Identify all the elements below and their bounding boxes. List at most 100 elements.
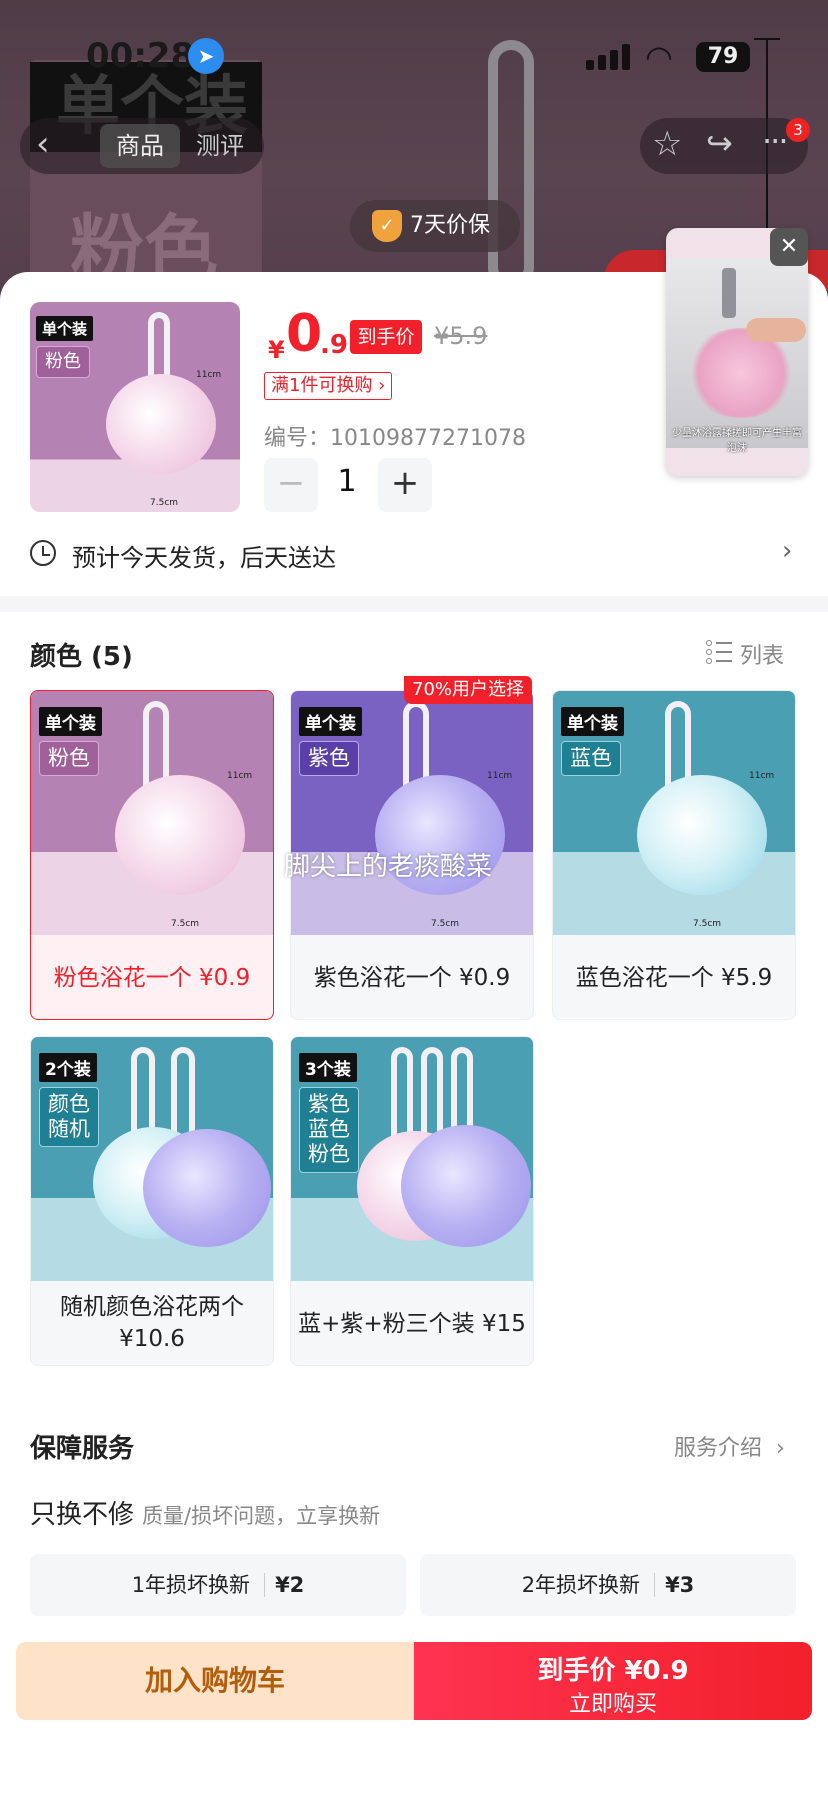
shipping-estimate[interactable]: 预计今天发货，后天送达	[30, 538, 336, 573]
color-option-random-two-pack[interactable]: 2个装 颜色 随机 随机颜色浴花两个 ¥10.6	[30, 1036, 274, 1366]
quantity-decrease-button[interactable]: −	[264, 458, 318, 512]
width-dimension: 7.5cm	[693, 919, 722, 929]
price-currency: ¥	[268, 336, 285, 364]
option-color-tag: 紫色 蓝色 粉色	[299, 1087, 359, 1173]
status-bar: 00:28 ➤ ◠ 79	[0, 0, 828, 110]
watermark-text: 脚尖上的老痰酸菜	[284, 852, 493, 882]
loofah-ball-image	[143, 1129, 271, 1247]
add-to-cart-button[interactable]: 加入购物车	[16, 1642, 414, 1720]
width-dimension: 7.5cm	[150, 498, 179, 508]
option-label-line: ¥10.6	[119, 1326, 185, 1352]
price-decimal: .9	[320, 330, 348, 360]
section-divider	[0, 596, 828, 612]
width-dimension: 7.5cm	[431, 919, 460, 929]
color-option-blue[interactable]: 单个装 蓝色 11cm 7.5cm 蓝色浴花一个 ¥5.9	[552, 690, 796, 1020]
service-subtitle-desc: 质量/损坏问题，立享换新	[142, 1504, 381, 1528]
service-option-2-year[interactable]: 2年损坏换新 ¥3	[420, 1554, 796, 1616]
tab-product[interactable]: 商品	[100, 124, 180, 168]
option-label: 蓝色浴花一个 ¥5.9	[575, 965, 773, 991]
hand-price-tag: 到手价	[350, 320, 422, 354]
service-option-price: ¥2	[264, 1573, 305, 1597]
option-color-line: 紫色	[308, 1092, 350, 1116]
option-label: 随机颜色浴花两个 ¥10.6	[31, 1291, 273, 1355]
option-pack-tag: 3个装	[299, 1053, 357, 1082]
option-color-line: 粉色	[308, 1142, 350, 1167]
price-integer: 0	[286, 304, 323, 364]
coupon-text: 满1件可换购	[271, 375, 373, 396]
option-color-tag: 蓝色	[561, 741, 621, 777]
location-arrow-icon: ➤	[188, 38, 224, 74]
popular-choice-badge: 70%用户选择	[404, 676, 533, 704]
height-dimension: 11cm	[487, 771, 513, 781]
service-option-1-year[interactable]: 1年损坏换新 ¥2	[30, 1554, 406, 1616]
height-dimension: 11cm	[749, 771, 775, 781]
option-label: 蓝+紫+粉三个装 ¥15	[298, 1311, 526, 1337]
height-dimension: 11cm	[227, 771, 253, 781]
option-image: 3个装 紫色 蓝色 粉色	[291, 1037, 533, 1281]
option-pack-tag: 单个装	[39, 707, 102, 736]
list-view-toggle[interactable]: 列表	[706, 638, 784, 670]
product-thumbnail[interactable]: 单个装 粉色 11cm 7.5cm	[30, 302, 240, 512]
option-pack-tag: 单个装	[561, 707, 624, 736]
close-video-icon[interactable]: ✕	[770, 228, 808, 266]
option-pack-tag: 2个装	[39, 1053, 97, 1082]
sku-value: 10109877271078	[330, 426, 526, 451]
option-image: 2个装 颜色 随机	[31, 1037, 273, 1281]
buy-now-label: 立即购买	[568, 1692, 657, 1717]
option-color-line: 蓝色	[308, 1117, 350, 1142]
option-color-line: 随机	[48, 1117, 90, 1142]
loofah-ball-image	[115, 775, 245, 895]
loofah-ball-image	[106, 374, 216, 474]
service-option-price: ¥3	[654, 1573, 695, 1597]
more-icon[interactable]: ···	[762, 122, 788, 160]
height-dimension: 11cm	[196, 370, 222, 380]
notification-badge: 3	[786, 118, 810, 142]
sku-label: 编号：	[264, 426, 331, 451]
tab-review[interactable]: 测评	[196, 124, 244, 168]
wifi-icon: ◠	[645, 38, 673, 76]
option-label: 紫色浴花一个 ¥0.9	[313, 965, 511, 991]
loofah-ball-image	[637, 775, 767, 895]
option-color-tag: 紫色	[299, 741, 359, 777]
sku-number: 编号：10109877271078	[264, 420, 526, 452]
video-caption: 少量沐浴露揉搓即可产生丰富泡沫	[672, 428, 802, 454]
favorite-star-icon[interactable]: ☆	[652, 124, 682, 164]
quantity-increase-button[interactable]: +	[378, 458, 432, 512]
chevron-right-icon[interactable]: ›	[782, 536, 792, 566]
battery-indicator: 79	[696, 42, 750, 72]
thumb-color-tag: 粉色	[36, 346, 90, 378]
video-frame	[666, 258, 808, 448]
buy-now-button[interactable]: 到手价 ¥0.9 立即购买	[414, 1642, 812, 1720]
service-option-label: 1年损坏换新	[131, 1573, 251, 1597]
shield-check-icon: ✓	[372, 210, 402, 242]
color-option-three-pack[interactable]: 3个装 紫色 蓝色 粉色 蓝+紫+粉三个装 ¥15	[290, 1036, 534, 1366]
service-section-title: 保障服务	[30, 1434, 135, 1464]
service-intro-link[interactable]: 服务介绍 ›	[674, 1430, 785, 1462]
option-image: 单个装 蓝色 11cm 7.5cm	[553, 691, 795, 935]
service-option-label: 2年损坏换新	[521, 1573, 641, 1597]
back-arrow-icon[interactable]: ‹	[36, 124, 50, 164]
option-color-tag: 颜色 随机	[39, 1087, 99, 1148]
coupon-link[interactable]: 满1件可换购 ›	[264, 372, 393, 400]
service-subtitle-main: 只换不修	[30, 1500, 135, 1530]
original-price: ¥5.9	[434, 322, 488, 350]
color-option-pink[interactable]: 单个装 粉色 11cm 7.5cm 粉色浴花一个 ¥0.9	[30, 690, 274, 1020]
thumb-pack-tag: 单个装	[36, 316, 94, 341]
share-icon[interactable]: ↪	[706, 124, 733, 162]
option-image: 单个装 粉色 11cm 7.5cm	[31, 691, 273, 935]
cellular-signal-icon	[586, 44, 632, 70]
service-subtitle: 只换不修 质量/损坏问题，立享换新	[30, 1494, 380, 1531]
option-color-tag: 粉色	[39, 741, 99, 777]
quantity-value[interactable]: 1	[332, 464, 362, 499]
service-intro-text: 服务介绍	[674, 1436, 763, 1461]
width-dimension: 7.5cm	[171, 919, 200, 929]
option-label-line: 随机颜色浴花两个	[60, 1294, 244, 1320]
color-section-title: 颜色 (5)	[30, 642, 133, 672]
option-pack-tag: 单个装	[299, 707, 362, 736]
option-color-line: 颜色	[48, 1092, 90, 1116]
status-time: 00:28	[86, 36, 195, 76]
option-image: 单个装 紫色 11cm 7.5cm	[291, 691, 533, 935]
option-label: 粉色浴花一个 ¥0.9	[53, 965, 251, 991]
loofah-ball-image	[401, 1125, 531, 1247]
buy-price-label: 到手价 ¥0.9	[537, 1656, 689, 1686]
